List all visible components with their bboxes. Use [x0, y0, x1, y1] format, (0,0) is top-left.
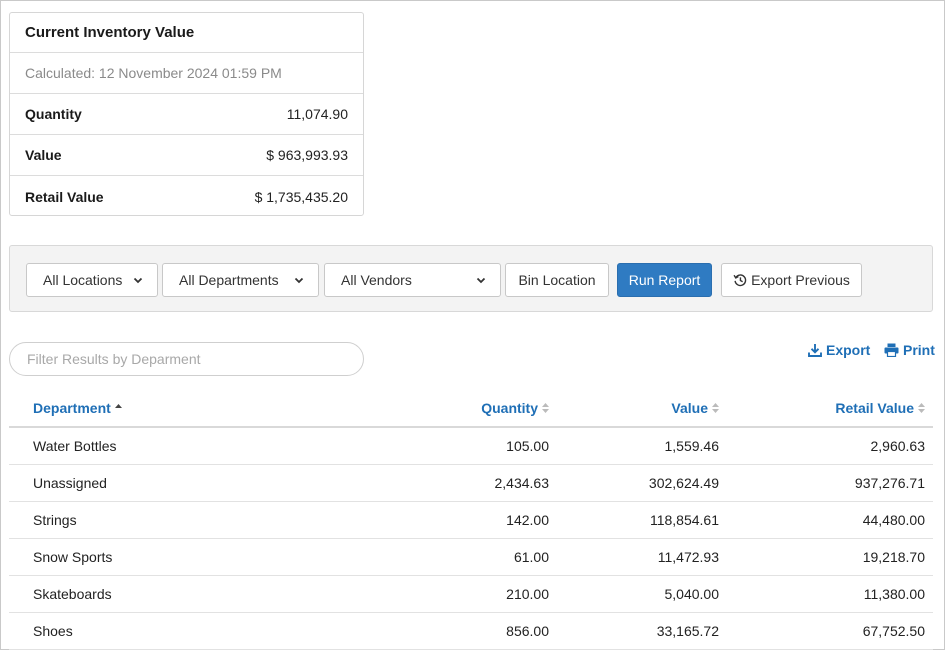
- summary-value: $ 1,735,435.20: [254, 188, 348, 205]
- column-header-quantity[interactable]: Quantity: [481, 400, 550, 416]
- table-header: Department Quantity Value Retail Value: [9, 390, 933, 428]
- vendor-select[interactable]: All Vendors: [324, 263, 501, 297]
- chevron-down-icon: [294, 277, 304, 284]
- chevron-down-icon: [133, 277, 143, 284]
- download-icon: [808, 344, 822, 357]
- bin-location-button[interactable]: Bin Location: [505, 263, 609, 297]
- summary-row-retail-value: Retail Value $ 1,735,435.20: [10, 176, 363, 217]
- location-select-value: All Locations: [43, 272, 123, 288]
- cell-retail-value: 44,480.00: [862, 512, 925, 528]
- sort-icon: [918, 403, 925, 413]
- summary-title: Current Inventory Value: [10, 13, 363, 53]
- table-row: Snow Sports 61.00 11,472.93 19,218.70: [9, 539, 933, 576]
- table-row: Unassigned 2,434.63 302,624.49 937,276.7…: [9, 465, 933, 502]
- column-header-value[interactable]: Value: [671, 400, 720, 416]
- calculated-timestamp: Calculated: 12 November 2024 01:59 PM: [10, 53, 363, 94]
- print-link-label: Print: [903, 342, 935, 358]
- cell-value: 11,472.93: [657, 549, 719, 565]
- print-icon: [884, 343, 899, 357]
- cell-department: Strings: [33, 512, 77, 528]
- department-filter-input[interactable]: [9, 342, 364, 376]
- cell-retail-value: 11,380.00: [863, 586, 925, 602]
- export-previous-button[interactable]: Export Previous: [721, 263, 862, 297]
- cell-quantity: 210.00: [506, 586, 549, 602]
- cell-quantity: 61.00: [513, 549, 549, 565]
- cell-quantity: 856.00: [506, 623, 549, 639]
- summary-row-quantity: Quantity 11,074.90: [10, 94, 363, 135]
- sort-icon: [542, 403, 549, 413]
- column-header-label: Department: [33, 400, 111, 416]
- column-header-label: Quantity: [481, 400, 538, 416]
- cell-department: Water Bottles: [33, 438, 117, 454]
- vendor-select-value: All Vendors: [341, 272, 412, 288]
- cell-retail-value: 67,752.50: [862, 623, 925, 639]
- sort-icon: [712, 403, 719, 413]
- cell-value: 302,624.49: [648, 475, 719, 491]
- table-row: Skateboards 210.00 5,040.00 11,380.00: [9, 576, 933, 613]
- cell-quantity: 105.00: [506, 438, 549, 454]
- sort-ascending-icon: [114, 404, 122, 408]
- summary-value: 11,074.90: [286, 106, 348, 122]
- cell-quantity: 2,434.63: [494, 475, 550, 491]
- column-header-department[interactable]: Department: [33, 400, 123, 416]
- summary-row-value: Value $ 963,993.93: [10, 135, 363, 176]
- cell-department: Skateboards: [33, 586, 112, 602]
- cell-department: Unassigned: [33, 475, 107, 491]
- run-report-button[interactable]: Run Report: [617, 263, 712, 297]
- export-previous-label: Export Previous: [751, 272, 850, 288]
- summary-label: Quantity: [25, 106, 82, 122]
- inventory-summary-card: Current Inventory Value Calculated: 12 N…: [9, 12, 364, 216]
- chevron-down-icon: [476, 277, 486, 284]
- history-icon: [733, 274, 747, 287]
- table-row: Shoes 856.00 33,165.72 67,752.50: [9, 613, 933, 650]
- table-row: Strings 142.00 118,854.61 44,480.00: [9, 502, 933, 539]
- filter-bar: All Locations All Departments All Vendor…: [9, 245, 933, 312]
- summary-label: Retail Value: [25, 188, 104, 205]
- inventory-table: Department Quantity Value Retail Value W…: [9, 390, 933, 650]
- department-select-value: All Departments: [179, 272, 279, 288]
- print-link[interactable]: Print: [884, 342, 935, 358]
- cell-retail-value: 937,276.71: [854, 475, 925, 491]
- column-header-retail-value[interactable]: Retail Value: [835, 400, 926, 416]
- cell-quantity: 142.00: [506, 512, 549, 528]
- cell-value: 5,040.00: [664, 586, 720, 602]
- cell-retail-value: 2,960.63: [870, 438, 926, 454]
- summary-value: $ 963,993.93: [266, 147, 348, 163]
- cell-value: 1,559.46: [664, 438, 720, 454]
- cell-value: 118,854.61: [649, 512, 719, 528]
- department-select[interactable]: All Departments: [162, 263, 319, 297]
- export-link-label: Export: [826, 342, 871, 358]
- column-header-label: Value: [671, 400, 708, 416]
- cell-value: 33,165.72: [656, 623, 719, 639]
- location-select[interactable]: All Locations: [26, 263, 158, 297]
- cell-department: Shoes: [33, 623, 73, 639]
- column-header-label: Retail Value: [835, 400, 914, 416]
- export-link[interactable]: Export: [808, 342, 870, 358]
- cell-retail-value: 19,218.70: [862, 549, 925, 565]
- summary-label: Value: [25, 147, 62, 163]
- table-row: Water Bottles 105.00 1,559.46 2,960.63: [9, 428, 933, 465]
- cell-department: Snow Sports: [33, 549, 113, 565]
